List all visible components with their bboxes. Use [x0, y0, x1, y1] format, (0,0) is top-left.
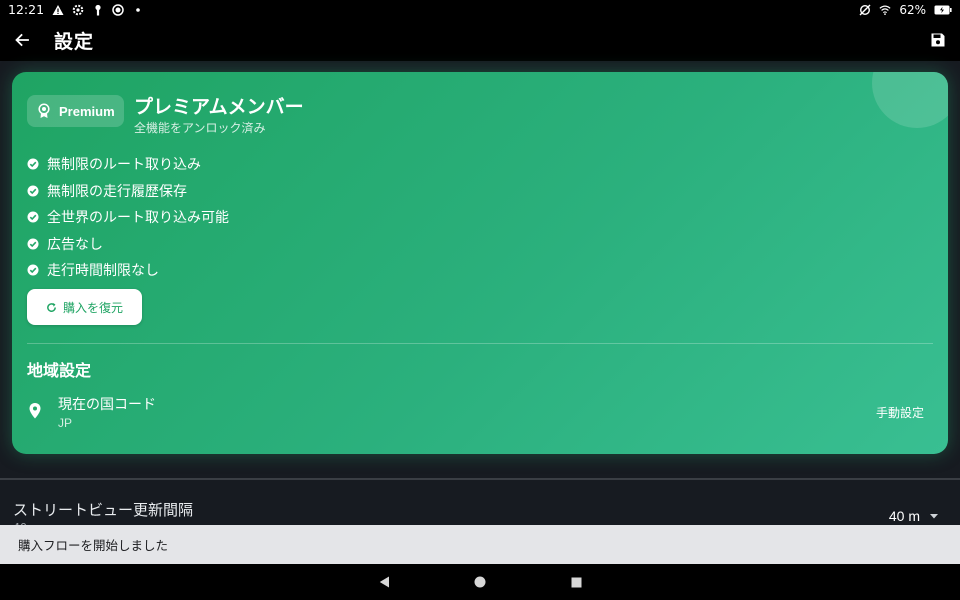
status-time: 12:21 — [8, 2, 45, 17]
status-bar: 12:21 62% — [0, 0, 960, 19]
premium-title: プレミアムメンバー — [134, 96, 304, 118]
feature-item: 無制限の走行履歴保存 — [27, 178, 229, 205]
premium-subtitle: 全機能をアンロック済み — [134, 121, 266, 135]
feature-item: 広告なし — [27, 231, 229, 258]
feature-item: 全世界のルート取り込み可能 — [27, 204, 229, 231]
app-bar: 設定 — [0, 19, 960, 61]
recents-square-icon — [571, 577, 581, 587]
feature-label: 無制限のルート取り込み — [47, 157, 201, 174]
streetview-interval-row[interactable]: ストリートビュー更新間隔 40 40 m — [0, 480, 960, 534]
refresh-icon — [47, 302, 56, 312]
dot-icon — [132, 4, 144, 16]
region-section-title: 地域設定 — [27, 361, 92, 380]
back-button[interactable] — [12, 30, 32, 50]
check-circle-icon — [27, 185, 39, 197]
page-title: 設定 — [54, 30, 95, 53]
country-code-row[interactable]: 現在の国コード JP 手動設定 — [27, 392, 933, 436]
feature-item: 無制限のルート取り込み — [27, 151, 229, 178]
nav-back-button[interactable] — [374, 572, 394, 592]
key-icon — [92, 4, 104, 16]
manual-setting-button[interactable]: 手動設定 — [876, 404, 924, 421]
card-divider — [27, 343, 933, 344]
status-left: 12:21 — [8, 2, 144, 17]
streetview-interval-dropdown[interactable]: 40 m — [889, 508, 938, 524]
restore-purchase-button[interactable]: 購入を復元 — [27, 289, 142, 325]
feature-label: 全世界のルート取り込み可能 — [47, 210, 229, 227]
gear-icon — [72, 4, 84, 16]
country-code-label: 現在の国コード — [58, 397, 156, 413]
battery-icon — [934, 4, 952, 16]
warning-icon — [52, 4, 64, 16]
decorative-circle — [872, 72, 948, 128]
award-icon — [38, 103, 50, 118]
battery-percent: 62% — [899, 2, 926, 17]
check-circle-icon — [27, 264, 39, 276]
feature-label: 広告なし — [47, 236, 103, 253]
wifi-icon — [879, 4, 891, 16]
nav-recents-button[interactable] — [566, 572, 586, 592]
save-button[interactable] — [928, 30, 948, 50]
system-navigation-bar — [0, 564, 960, 600]
snackbar-message: 購入フローを開始しました — [18, 538, 169, 553]
check-circle-icon — [27, 158, 39, 170]
settings-content[interactable]: Premium プレミアムメンバー 全機能をアンロック済み 無制限のルート取り込… — [0, 61, 960, 534]
snackbar: 購入フローを開始しました — [0, 525, 960, 564]
record-icon — [112, 3, 124, 16]
check-circle-icon — [27, 211, 39, 223]
country-code-value: JP — [58, 416, 73, 430]
feature-list: 無制限のルート取り込み 無制限の走行履歴保存 全世界のルート取り込み可能 広告な… — [27, 151, 229, 284]
feature-item: 走行時間制限なし — [27, 257, 229, 284]
save-icon — [931, 33, 945, 47]
back-triangle-icon — [379, 576, 389, 588]
no-sync-icon — [859, 4, 871, 16]
nav-home-button[interactable] — [470, 572, 490, 592]
dropdown-arrow-icon — [930, 513, 938, 518]
streetview-interval-label: ストリートビュー更新間隔 — [13, 501, 194, 519]
status-right: 62% — [859, 3, 952, 17]
home-circle-icon — [474, 576, 486, 588]
premium-badge: Premium — [27, 95, 124, 127]
feature-label: 走行時間制限なし — [47, 263, 159, 280]
premium-card: Premium プレミアムメンバー 全機能をアンロック済み 無制限のルート取り込… — [12, 72, 948, 454]
arrow-left-icon — [15, 33, 29, 47]
location-pin-icon — [29, 403, 41, 419]
feature-label: 無制限の走行履歴保存 — [47, 183, 187, 200]
restore-purchase-label: 購入を復元 — [62, 300, 123, 315]
check-circle-icon — [27, 238, 39, 250]
premium-badge-label: Premium — [59, 103, 115, 119]
streetview-interval-value: 40 m — [888, 508, 920, 524]
